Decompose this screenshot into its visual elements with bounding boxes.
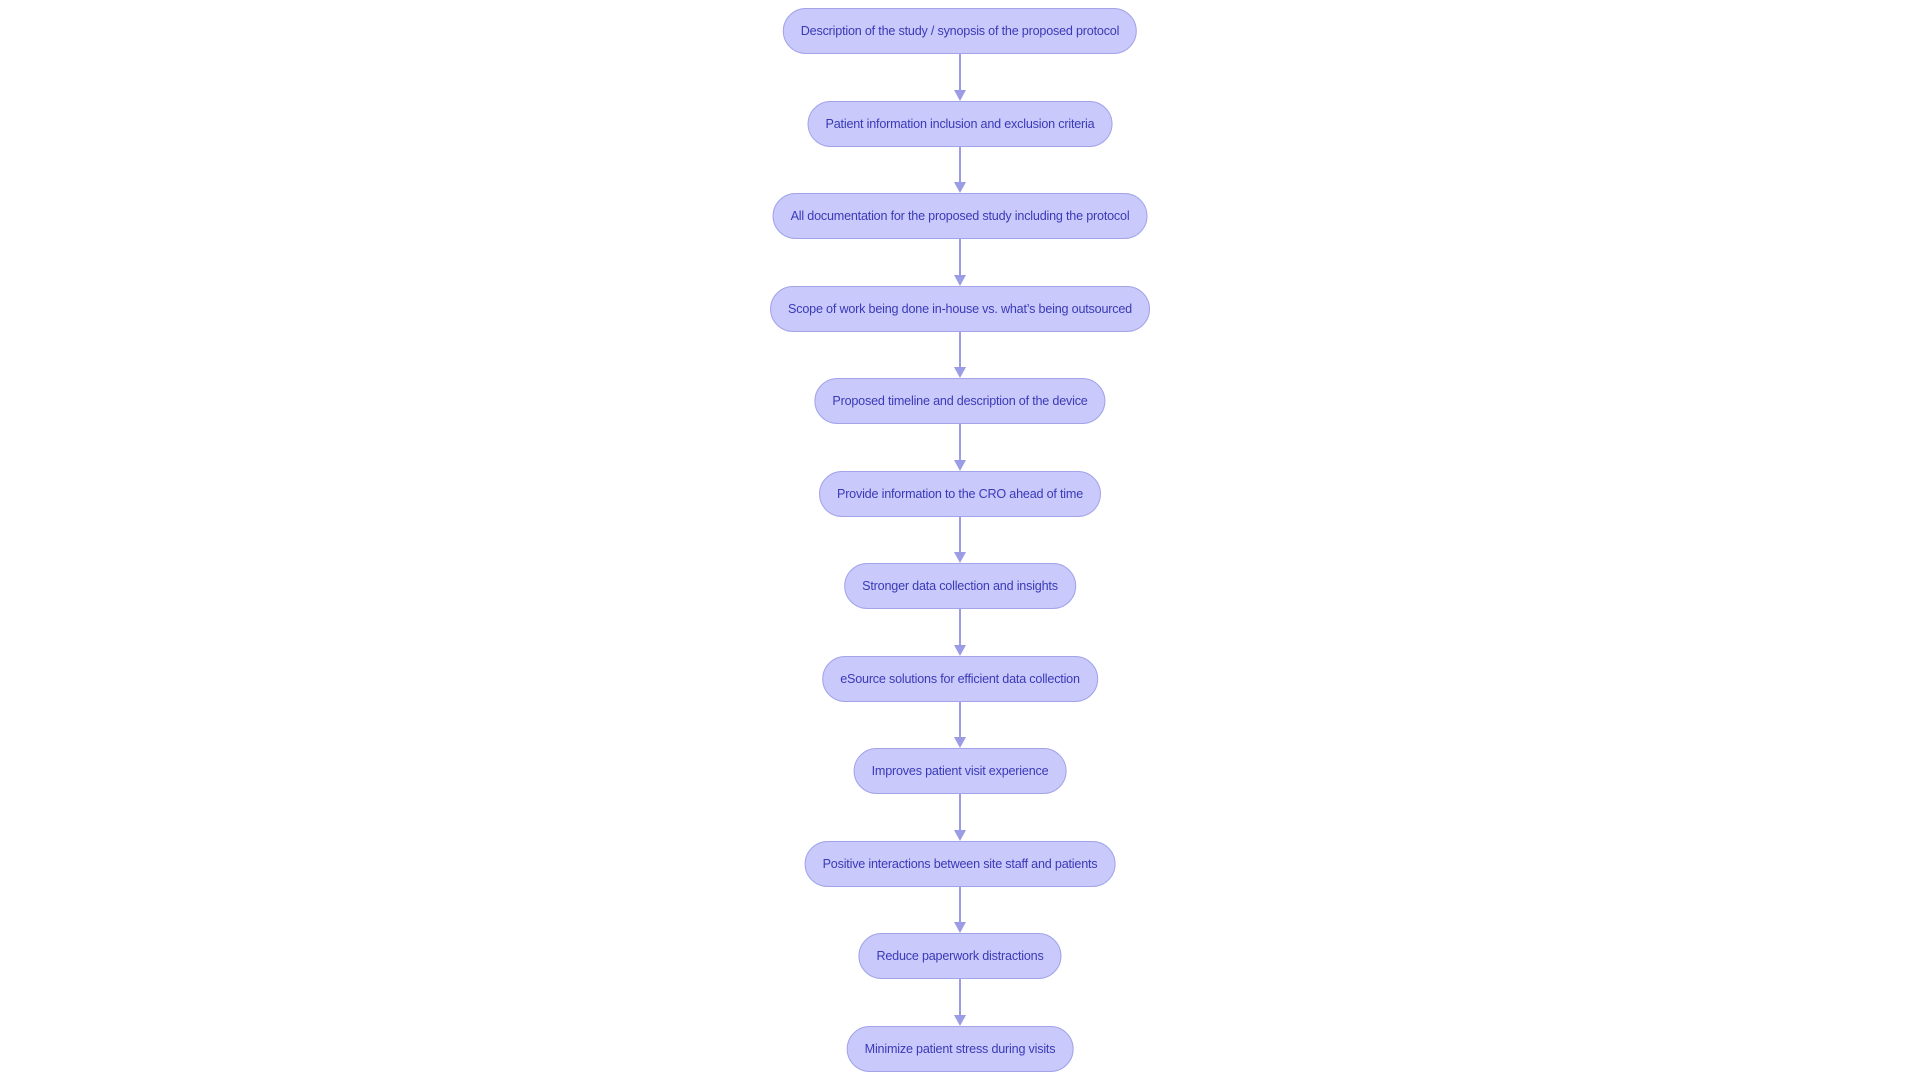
node-scope-of-work: Scope of work being done in-house vs. wh… bbox=[770, 285, 1150, 332]
flowchart: Description of the study / synopsis of t… bbox=[0, 0, 1920, 1080]
arrowhead-icon bbox=[954, 1014, 966, 1026]
node-patient-criteria: Patient information inclusion and exclus… bbox=[807, 100, 1113, 147]
edge-line bbox=[959, 331, 961, 368]
node-improves-visit-experience: Improves patient visit experience bbox=[853, 748, 1067, 794]
edge-line bbox=[959, 794, 961, 831]
edge-line bbox=[959, 701, 961, 738]
node-stronger-data-collection: Stronger data collection and insights bbox=[844, 563, 1076, 609]
edge-line bbox=[959, 146, 961, 183]
node-proposed-timeline: Proposed timeline and description of the… bbox=[814, 378, 1106, 424]
arrowhead-icon bbox=[954, 367, 966, 378]
node-esource-solutions: eSource solutions for efficient data col… bbox=[822, 655, 1098, 702]
node-minimize-stress: Minimize patient stress during visits bbox=[846, 1025, 1074, 1072]
edge-line bbox=[959, 979, 961, 1016]
arrowhead-icon bbox=[954, 552, 966, 563]
arrowhead-icon bbox=[954, 644, 966, 656]
arrowhead-icon bbox=[954, 737, 966, 748]
node-study-description: Description of the study / synopsis of t… bbox=[782, 8, 1138, 54]
edge-line bbox=[959, 886, 961, 923]
arrowhead-icon bbox=[954, 89, 966, 101]
edge-line bbox=[959, 54, 961, 91]
node-provide-info-cro: Provide information to the CRO ahead of … bbox=[818, 470, 1102, 517]
node-reduce-paperwork: Reduce paperwork distractions bbox=[858, 933, 1062, 979]
arrowhead-icon bbox=[954, 274, 966, 286]
arrowhead-icon bbox=[954, 459, 966, 471]
edge-line bbox=[959, 239, 961, 276]
arrowhead-icon bbox=[954, 829, 966, 841]
node-all-documentation: All documentation for the proposed study… bbox=[772, 193, 1148, 239]
edge-line bbox=[959, 424, 961, 461]
edge-line bbox=[959, 516, 961, 553]
node-positive-interactions: Positive interactions between site staff… bbox=[804, 840, 1116, 887]
arrowhead-icon bbox=[954, 182, 966, 193]
edge-line bbox=[959, 609, 961, 646]
arrowhead-icon bbox=[954, 922, 966, 933]
